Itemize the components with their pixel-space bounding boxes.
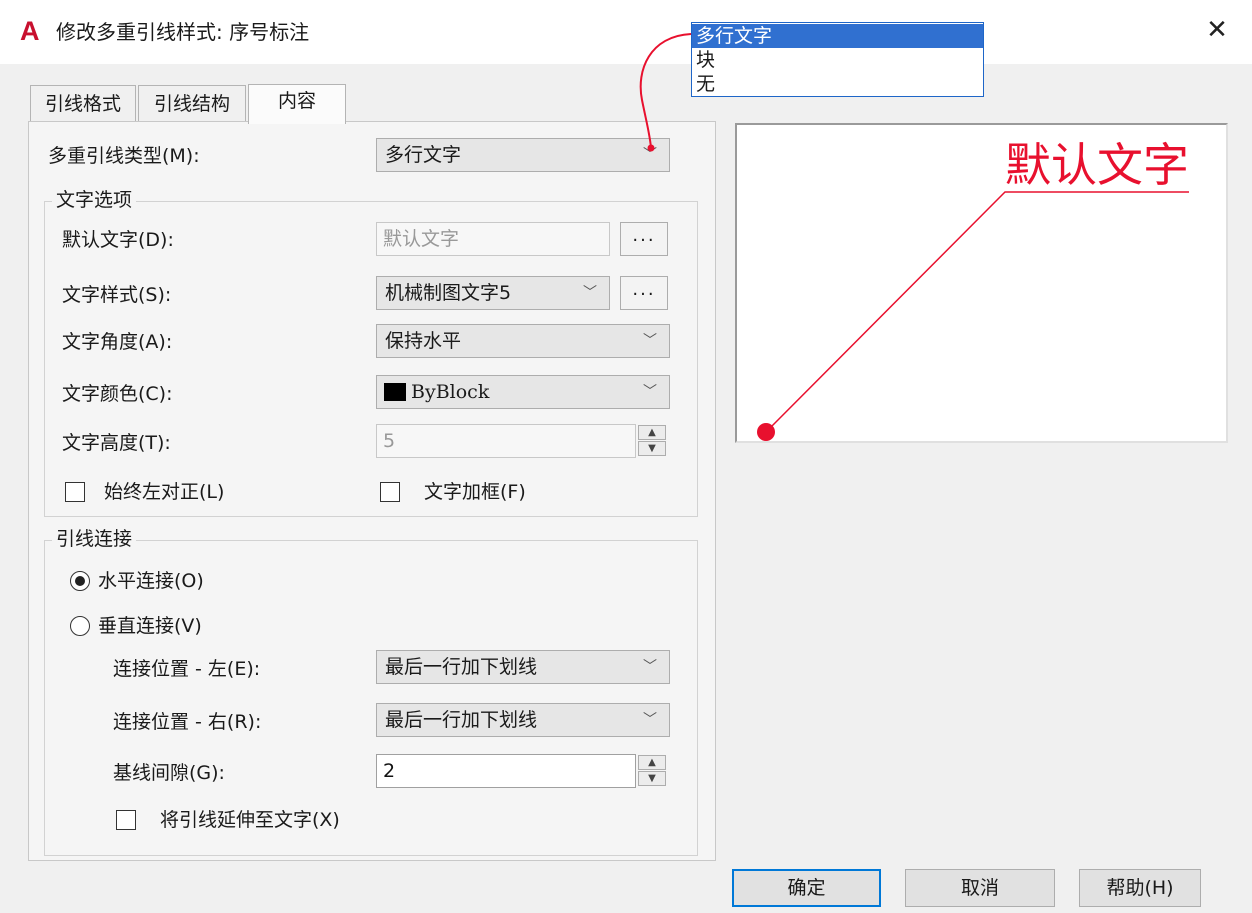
default-text-browse-button[interactable]: ... (620, 222, 668, 256)
leader-type-value: 多行文字 (385, 144, 462, 166)
spin-up-icon[interactable]: ▲ (638, 755, 666, 770)
cancel-button[interactable]: 取消 (905, 869, 1055, 907)
extend-leader-checkbox[interactable] (116, 810, 136, 830)
tab-content[interactable]: 内容 (248, 84, 346, 124)
chevron-down-icon: ﹀ (643, 384, 657, 400)
text-style-select[interactable]: 机械制图文字5 ﹀ (376, 276, 610, 310)
text-options-title: 文字选项 (52, 187, 137, 213)
text-angle-label: 文字角度(A): (62, 331, 173, 353)
chevron-down-icon: ﹀ (583, 285, 597, 301)
dropdown-option-mtext[interactable]: 多行文字 (692, 24, 983, 48)
frame-text-checkbox[interactable] (380, 482, 400, 502)
dropdown-option-block[interactable]: 块 (692, 48, 983, 72)
preview-leader-dot (757, 423, 775, 441)
text-color-value: ByBlock (411, 381, 490, 403)
vertical-attachment-label: 垂直连接(V) (98, 615, 202, 637)
tab-leader-structure[interactable]: 引线结构 (138, 85, 246, 122)
spin-up-icon[interactable]: ▲ (638, 425, 666, 440)
preview-drawing: 默认文字 (757, 138, 1189, 441)
default-text-value: 默认文字 (383, 228, 460, 250)
color-swatch-icon (384, 383, 406, 401)
leader-type-label: 多重引线类型(M): (48, 145, 200, 167)
chevron-down-icon: ﹀ (643, 712, 657, 728)
text-style-label: 文字样式(S): (62, 284, 172, 306)
horizontal-attachment-radio[interactable] (70, 571, 90, 591)
text-style-browse-button[interactable]: ... (620, 276, 668, 310)
chevron-down-icon: ﹀ (643, 659, 657, 675)
attach-left-select[interactable]: 最后一行加下划线 ﹀ (376, 650, 670, 684)
vertical-attachment-radio[interactable] (70, 616, 90, 636)
dropdown-option-none[interactable]: 无 (692, 72, 983, 96)
attach-left-label: 连接位置 - 左(E): (113, 658, 261, 680)
landing-gap-label: 基线间隙(G): (113, 762, 225, 784)
landing-gap-spinner[interactable]: ▲ ▼ (638, 755, 668, 787)
text-angle-value: 保持水平 (385, 330, 462, 352)
text-height-value: 5 (383, 430, 396, 452)
attach-right-value: 最后一行加下划线 (385, 709, 538, 731)
text-color-select[interactable]: ByBlock ﹀ (376, 375, 670, 409)
leader-type-select[interactable]: 多行文字 ﹀ (376, 138, 670, 172)
tab-leader-format[interactable]: 引线格式 (30, 85, 136, 122)
text-height-input[interactable]: 5 (376, 424, 636, 458)
attach-left-value: 最后一行加下划线 (385, 656, 538, 678)
app-logo-icon: A (20, 16, 40, 46)
landing-gap-input[interactable]: 2 (376, 754, 636, 788)
chevron-down-icon: ﹀ (643, 333, 657, 349)
text-angle-select[interactable]: 保持水平 ﹀ (376, 324, 670, 358)
text-style-value: 机械制图文字5 (385, 282, 512, 304)
radio-selected-dot (75, 576, 85, 586)
preview-panel: 默认文字 (735, 123, 1228, 443)
text-color-label: 文字颜色(C): (62, 383, 173, 405)
extend-leader-label: 将引线延伸至文字(X) (160, 809, 340, 831)
ok-button[interactable]: 确定 (732, 869, 881, 907)
landing-gap-value: 2 (383, 760, 396, 782)
chevron-down-icon: ﹀ (643, 147, 657, 163)
default-text-label: 默认文字(D): (62, 229, 174, 251)
attach-right-label: 连接位置 - 右(R): (113, 711, 262, 733)
preview-leader-line (766, 191, 1189, 432)
spin-down-icon[interactable]: ▼ (638, 441, 666, 456)
spin-down-icon[interactable]: ▼ (638, 771, 666, 786)
leader-connection-title: 引线连接 (52, 526, 137, 552)
attach-right-select[interactable]: 最后一行加下划线 ﹀ (376, 703, 670, 737)
always-left-justify-label: 始终左对正(L) (104, 481, 225, 503)
frame-text-label: 文字加框(F) (424, 481, 526, 503)
preview-text: 默认文字 (1005, 138, 1189, 192)
always-left-justify-checkbox[interactable] (65, 482, 85, 502)
window-title: 修改多重引线样式: 序号标注 (56, 20, 310, 44)
default-text-input[interactable]: 默认文字 (376, 222, 610, 256)
leader-type-dropdown-list[interactable]: 多行文字 块 无 (691, 22, 984, 97)
text-height-spinner[interactable]: ▲ ▼ (638, 425, 668, 457)
help-button[interactable]: 帮助(H) (1079, 869, 1201, 907)
horizontal-attachment-label: 水平连接(O) (98, 570, 204, 592)
text-height-label: 文字高度(T): (62, 432, 171, 454)
close-button[interactable]: ✕ (1196, 10, 1238, 50)
